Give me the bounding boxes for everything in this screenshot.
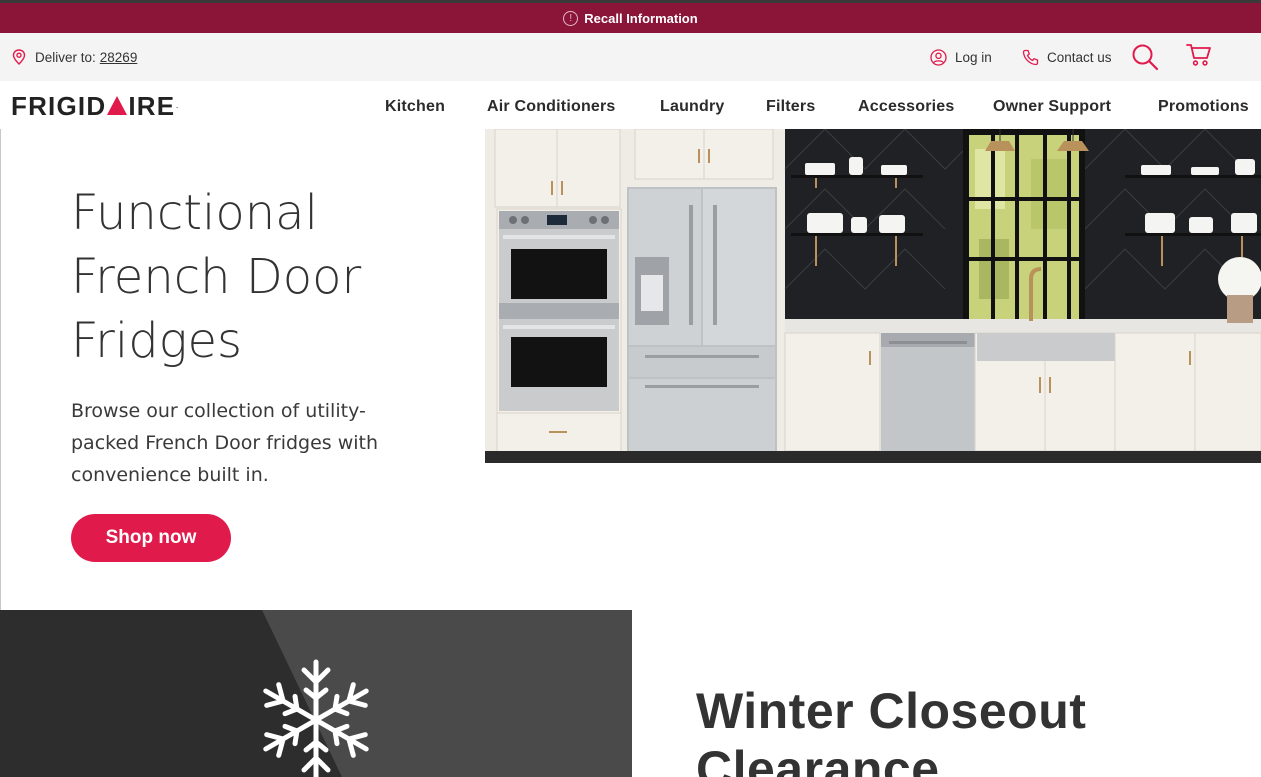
contact-label: Contact us xyxy=(1047,49,1112,65)
cart-button[interactable] xyxy=(1186,43,1212,72)
nav-item-air-conditioners[interactable]: Air Conditioners xyxy=(487,98,616,116)
shop-now-button[interactable]: Shop now xyxy=(71,514,231,562)
login-label: Log in xyxy=(955,49,992,65)
hero-description: Browse our collection of utility-packed … xyxy=(71,400,379,486)
utility-bar: Deliver to: 28269 Log in Contact us xyxy=(0,33,1261,81)
zip-code-link[interactable]: 28269 xyxy=(100,50,138,65)
deliver-label: Deliver to: xyxy=(35,49,96,65)
user-icon xyxy=(930,48,947,66)
contact-link[interactable]: Contact us xyxy=(1022,33,1112,81)
hero-title: Functional French Door Fridges xyxy=(71,185,362,369)
main-nav: FRIGID IRE . Kitchen Air Conditioners La… xyxy=(0,81,1261,129)
nav-item-owner-support[interactable]: Owner Support xyxy=(993,98,1111,116)
phone-icon xyxy=(1022,49,1039,65)
search-icon xyxy=(1132,44,1159,71)
recall-banner[interactable]: ! Recall Information xyxy=(0,0,1261,33)
nav-item-filters[interactable]: Filters xyxy=(766,98,815,116)
nav-item-promotions[interactable]: Promotions xyxy=(1158,98,1249,116)
recall-label: Recall Information xyxy=(584,10,698,26)
snowflake-icon xyxy=(263,659,369,777)
login-link[interactable]: Log in xyxy=(930,33,992,81)
cart-icon xyxy=(1186,44,1211,66)
promo-title: Winter Closeout Clearance xyxy=(696,683,1087,777)
nav-item-kitchen[interactable]: Kitchen xyxy=(385,98,445,116)
deliver-to[interactable]: Deliver to: 28269 xyxy=(12,33,137,81)
search-button[interactable] xyxy=(1131,43,1159,76)
nav-item-accessories[interactable]: Accessories xyxy=(858,98,955,116)
info-icon: ! xyxy=(563,10,579,26)
location-pin-icon xyxy=(12,49,26,65)
hero-kitchen-image xyxy=(485,129,1261,463)
nav-item-laundry[interactable]: Laundry xyxy=(660,98,725,116)
